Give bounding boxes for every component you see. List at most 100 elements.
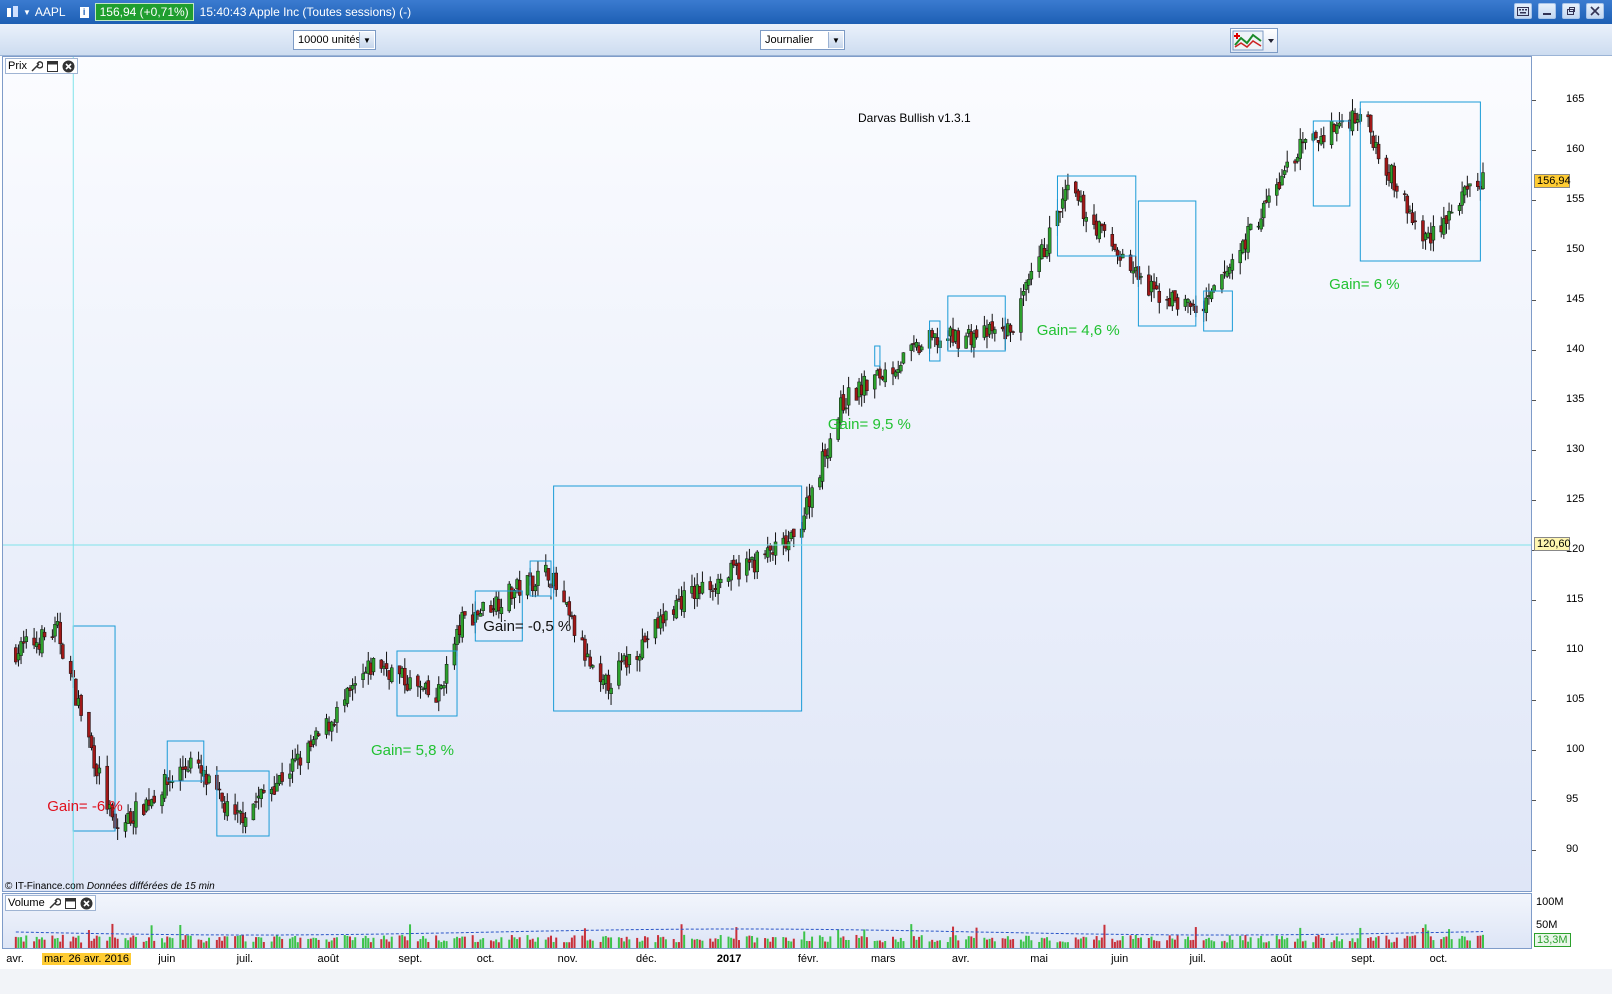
keyboard-icon[interactable] — [1514, 3, 1532, 19]
date-axis[interactable]: oct. sept. août juil. juin mai avr. mars févr. 20… — [0, 949, 1612, 969]
volume-bar — [965, 939, 968, 948]
chart-type-icon — [1232, 30, 1264, 51]
minimize-icon[interactable] — [1538, 3, 1556, 19]
wrench-icon[interactable] — [30, 60, 44, 73]
candle-body — [846, 387, 851, 406]
volume-bar — [87, 930, 90, 948]
volume-bar — [1463, 936, 1466, 948]
close-icon[interactable] — [80, 897, 93, 910]
price-tick-mark — [1532, 600, 1536, 601]
month-label: sept. — [398, 953, 423, 965]
gain-label: Gain= -0,5 % — [483, 618, 572, 635]
candle-body — [1259, 218, 1263, 230]
candle-body — [444, 663, 449, 684]
volume-bar — [928, 941, 931, 948]
candle-body — [442, 685, 446, 689]
window-icon[interactable] — [64, 897, 77, 910]
candle-body — [1209, 290, 1214, 300]
price-tick: 155 — [1566, 193, 1585, 205]
symbol-menu-chevron-icon[interactable]: ▼ — [23, 8, 31, 17]
candle-body — [664, 611, 668, 621]
volume-bar — [829, 936, 832, 948]
close-icon[interactable] — [62, 60, 75, 73]
volume-bar — [1022, 941, 1025, 948]
volume-bar — [1283, 939, 1286, 948]
price-tick-mark — [1532, 350, 1536, 351]
volume-bar — [931, 939, 934, 948]
candle-body — [390, 667, 394, 683]
quantity-select[interactable]: 10000 unités ▼ — [293, 30, 376, 50]
volume-bar — [1374, 937, 1377, 948]
volume-bar — [646, 937, 649, 948]
volume-bar — [570, 937, 573, 948]
volume-bar — [774, 937, 777, 948]
candle-body — [408, 677, 412, 690]
volume-bar — [664, 939, 667, 948]
volume-bar — [1205, 938, 1208, 948]
volume-bar — [531, 938, 534, 948]
volume-bar — [1317, 934, 1320, 948]
volume-bar — [38, 939, 41, 948]
volume-bar — [855, 934, 858, 948]
month-label: oct. — [476, 953, 495, 965]
volume-bar — [636, 937, 639, 948]
volume-bar — [1137, 937, 1140, 948]
volume-bar — [1351, 938, 1354, 948]
price-tick: 100 — [1566, 743, 1585, 755]
volume-bar — [938, 940, 941, 948]
candle-body — [19, 641, 23, 656]
volume-bar — [202, 942, 205, 948]
price-chart[interactable] — [3, 57, 1531, 891]
volume-chart[interactable] — [3, 894, 1531, 948]
candle-body — [786, 541, 791, 551]
quantity-select-value: 10000 unités — [298, 34, 361, 46]
candle-body — [361, 673, 365, 680]
wrench-icon[interactable] — [48, 897, 62, 910]
volume-bar — [735, 927, 738, 948]
volume-bar — [858, 937, 861, 948]
window-icon[interactable] — [6, 5, 20, 19]
volume-bar — [1059, 941, 1062, 948]
volume-bar — [252, 941, 255, 948]
volume-bar — [599, 941, 602, 948]
chevron-down-icon[interactable]: ▼ — [828, 32, 843, 48]
volume-bar — [771, 937, 774, 948]
volume-bar — [782, 937, 785, 948]
volume-bar — [727, 936, 730, 948]
volume-bar — [1184, 939, 1187, 948]
candle-body — [1267, 195, 1271, 203]
volume-bar — [419, 939, 422, 948]
chevron-down-icon[interactable] — [1268, 39, 1274, 43]
candle-body — [1322, 135, 1326, 143]
info-icon[interactable]: i — [79, 6, 89, 18]
window-icon[interactable] — [46, 60, 59, 73]
price-panel[interactable]: Prix Darvas Bullish v1.3.1 Gain= -6 % Gai… — [2, 56, 1532, 892]
volume-bar — [456, 936, 459, 948]
volume-bar — [1027, 935, 1030, 948]
candle-body — [700, 581, 705, 594]
title-bar: ▼ AAPL i 156,94 (+0,71%) 15:40:43 Apple … — [0, 0, 1612, 24]
chart-type-button[interactable] — [1230, 28, 1278, 53]
symbol-label[interactable]: AAPL — [35, 5, 66, 19]
candle-body — [217, 788, 222, 791]
candle-body — [554, 572, 558, 590]
volume-bar — [881, 942, 884, 948]
volume-bar — [1001, 938, 1004, 948]
volume-bar — [181, 939, 184, 948]
volume-bar — [1171, 938, 1174, 948]
volume-bar — [1158, 941, 1161, 948]
restore-icon[interactable] — [1562, 3, 1580, 19]
volume-bar — [818, 935, 821, 948]
volume-bar — [114, 937, 117, 948]
candle-body — [1008, 324, 1013, 333]
volume-bar — [873, 940, 876, 948]
price-tick: 165 — [1566, 93, 1585, 105]
volume-panel[interactable]: Volume — [2, 893, 1532, 949]
candle-body — [243, 817, 248, 827]
volume-bar — [43, 939, 46, 948]
volume-bar — [1406, 935, 1409, 948]
close-icon[interactable] — [1586, 3, 1604, 19]
period-select[interactable]: Journalier ▼ — [760, 30, 845, 50]
chevron-down-icon[interactable]: ▼ — [359, 32, 374, 48]
volume-bar — [892, 936, 894, 948]
